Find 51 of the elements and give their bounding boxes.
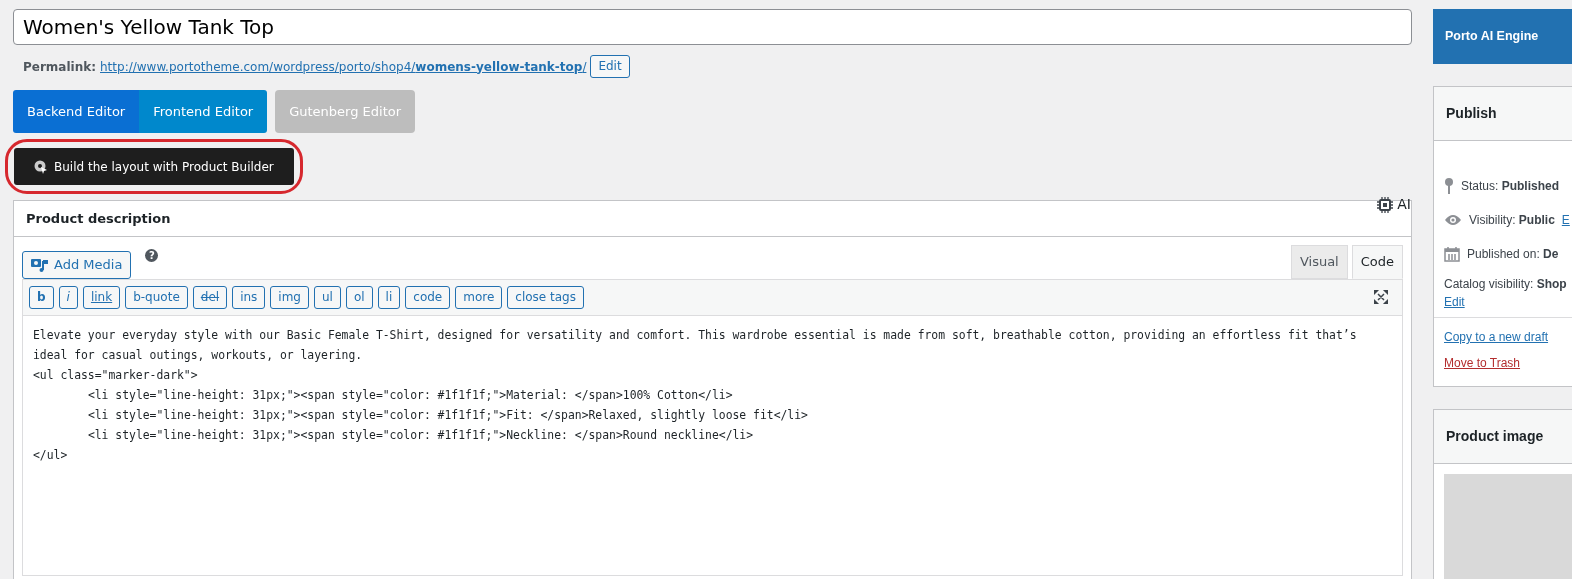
panel-title: Product description	[26, 209, 171, 228]
help-icon[interactable]: ?	[145, 249, 159, 263]
ai-engine-button[interactable]: Porto AI Engine	[1433, 9, 1572, 64]
fullscreen-icon[interactable]	[1374, 290, 1388, 304]
copy-draft-link[interactable]: Copy to a new draft	[1444, 328, 1549, 346]
quicktag-button[interactable]: close tags	[507, 285, 584, 309]
code-line: <ul class="marker-dark">	[33, 366, 199, 384]
code-line: Elevate your everyday style with our Basic Female T-Shirt, designed for versatility and comfort. This wardrobe essential is made from soft, breathable cotton, providing an effortless fit that’s ideal for casual outings, workouts, or layering.	[33, 326, 1358, 364]
status-text: Visibility: Public	[1469, 212, 1555, 229]
panel-title: Publish	[1434, 87, 1572, 141]
code-line: <li style="line-height: 31px;"><span style="color: #1f1f1f;">Neckline: </span>Round neckline</li>	[86, 426, 755, 444]
quicktag-button[interactable]: ol	[345, 285, 373, 309]
editor-mode-button[interactable]: Frontend Editor	[139, 90, 268, 133]
status-text: Status: Published	[1461, 178, 1560, 195]
cursor-icon	[34, 159, 48, 174]
quicktag-button[interactable]: ins	[232, 285, 266, 309]
panel-title: Product image	[1434, 410, 1572, 464]
catalog-visibility-text: Catalog visibility: Shop	[1444, 276, 1568, 293]
editor-tab[interactable]: Code	[1351, 245, 1403, 279]
quicktag-button[interactable]: b	[29, 285, 54, 309]
ai-label: AI	[1397, 195, 1411, 214]
quicktag-button[interactable]: more	[455, 285, 503, 309]
move-to-trash-link[interactable]: Move to Trash	[1444, 354, 1521, 372]
eye-icon	[1444, 214, 1462, 226]
status-text: Published on: De	[1467, 246, 1559, 263]
quicktag-button[interactable]: i	[58, 285, 78, 309]
edit-link[interactable]: E	[1561, 211, 1570, 229]
edit-link[interactable]: Edit	[1444, 295, 1465, 309]
editor-tab[interactable]: Visual	[1290, 245, 1348, 279]
product-builder-button[interactable]: Build the layout with Product Builder	[14, 148, 294, 185]
quicktag-button[interactable]: ul	[313, 285, 341, 309]
quicktag-button[interactable]: b-quote	[125, 285, 188, 309]
pin-icon	[1444, 178, 1454, 194]
quicktag-button[interactable]: img	[270, 285, 309, 309]
permalink-url[interactable]: http://www.portotheme.com/wordpress/porto/shop4/womens-yellow-tank-top/	[100, 57, 587, 76]
calendar-icon	[1444, 246, 1460, 262]
title-field[interactable]: Women's Yellow Tank Top	[13, 9, 1412, 45]
code-line: <li style="line-height: 31px;"><span style="color: #1f1f1f;">Material: </span>100% Cotton</li>	[86, 386, 734, 404]
code-line: </ul>	[33, 446, 69, 464]
quicktag-button[interactable]: code	[405, 285, 451, 309]
permalink-label: Permalink:	[23, 58, 96, 76]
edit-button[interactable]: Edit	[590, 55, 630, 78]
media-icon	[31, 256, 48, 273]
add-media-button[interactable]: Add Media	[22, 251, 132, 279]
code-editor-field[interactable]	[22, 315, 1403, 576]
quicktag-button[interactable]: link	[82, 285, 121, 309]
chip-icon	[1377, 196, 1394, 213]
quicktag-button[interactable]: del	[192, 285, 228, 309]
code-line: <li style="line-height: 31px;"><span style="color: #1f1f1f;">Fit: </span>Relaxed, slightly loose fit</li>	[86, 406, 809, 424]
editor-mode-button[interactable]: Backend Editor	[13, 90, 140, 133]
quicktag-button[interactable]: li	[377, 285, 401, 309]
